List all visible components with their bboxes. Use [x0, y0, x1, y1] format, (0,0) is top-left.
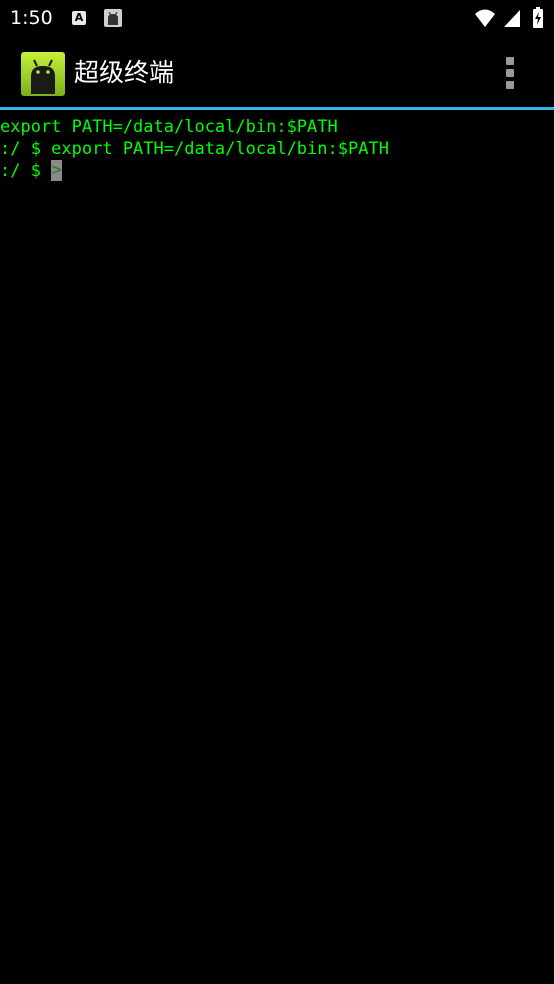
- status-bar: 1:50 A: [0, 0, 554, 37]
- terminal-view[interactable]: export PATH=/data/local/bin:$PATH :/ $ e…: [0, 110, 554, 984]
- terminal-prompt-line: :/ $ >: [0, 160, 63, 182]
- overflow-dot: [506, 57, 514, 65]
- app-launcher-icon: [21, 52, 65, 100]
- terminal-line: :/ $ export PATH=/data/local/bin:$PATH: [0, 139, 389, 159]
- terminal-prompt: :/ $: [0, 161, 52, 181]
- app-bar: 超级终端: [0, 37, 554, 107]
- terminal-line: export PATH=/data/local/bin:$PATH: [0, 117, 338, 137]
- signal-icon: [503, 8, 521, 32]
- accessibility-a-icon: A: [72, 11, 86, 25]
- wifi-icon: [474, 8, 496, 32]
- app-title: 超级终端: [74, 58, 175, 87]
- terminal-cursor: >: [51, 160, 63, 181]
- status-time: 1:50: [10, 7, 53, 29]
- android-app-icon: [103, 8, 123, 32]
- battery-icon: [532, 7, 544, 33]
- more-vert-icon[interactable]: [496, 53, 526, 93]
- overflow-dot: [506, 69, 514, 77]
- overflow-dot: [506, 81, 514, 89]
